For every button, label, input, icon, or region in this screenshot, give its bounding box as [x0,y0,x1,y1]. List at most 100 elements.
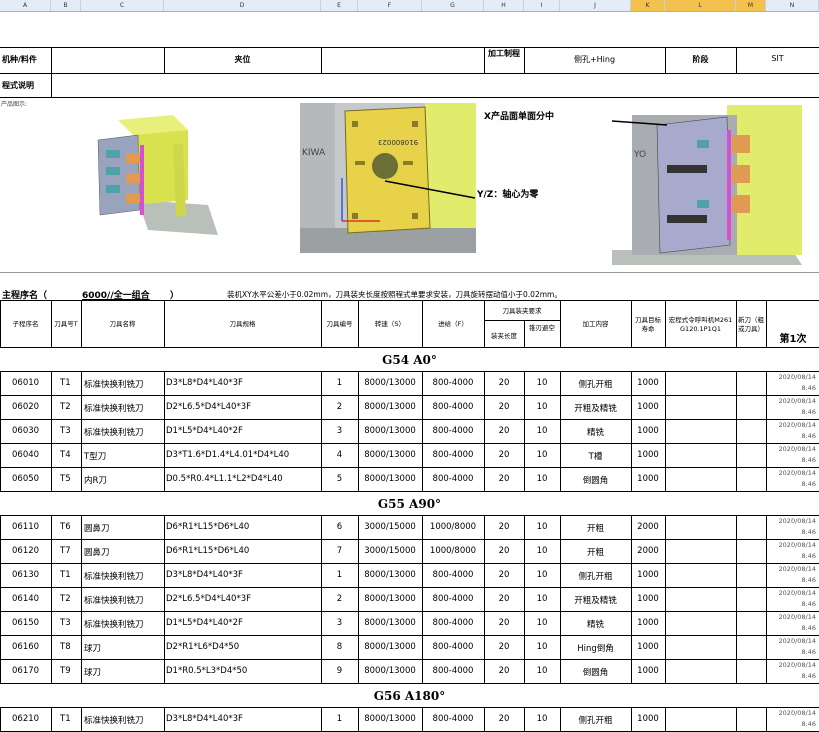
cell-life: 1000 [637,426,659,436]
header-tool-spec: 刀具规格 [229,320,256,328]
cell-date: 2020/08/14 [778,397,816,405]
cell-tool-number: 1 [336,714,343,724]
column-header-bar: A B C D E F G H I J K L M N [0,0,819,12]
cell-date: 2020/08/14 [778,565,816,573]
cell-speed: 3000/15000 [364,522,416,532]
cell-process: Hing倒角 [577,644,614,654]
cell-sub: 06050 [12,474,40,484]
header-tool-name: 刀具名称 [109,320,136,328]
cell-clamp: 20 [498,642,510,652]
cell-process: 开粗及精铣 [574,596,617,606]
cell-clamp: 20 [498,546,510,556]
cell-overhang: 10 [536,522,548,532]
cell-tool-no: T7 [60,546,71,556]
cell-time: 8.46 [801,672,816,680]
cell-tool-number: 7 [336,546,343,556]
cell-date: 2020/08/14 [778,541,816,549]
cell-tool-name: 标准快换利铣刀 [84,428,144,438]
cell-speed: 8000/13000 [364,642,416,652]
column-header-h[interactable]: H [484,0,524,11]
cell-tool-number: 3 [336,426,343,436]
column-header-j[interactable]: J [560,0,631,11]
cell-life: 1000 [637,378,659,388]
cell-life: 2000 [637,522,659,532]
cell-tool-no: T1 [60,378,71,388]
yz-annotation: Y/Z：轴心为零 [477,190,539,200]
cell-process: 倒圆角 [582,476,609,486]
cell-tool-spec: D1*L5*D4*L40*2F [166,618,243,628]
cell-tool-spec: D1*L5*D4*L40*2F [166,426,243,436]
cell-feed: 1000/8000 [429,546,477,556]
column-header-c[interactable]: C [81,0,164,11]
cell-process: 开粗 [586,548,604,558]
header-life: 刀具目标寿命 [635,315,661,333]
cell-feed: 800-4000 [432,474,474,484]
cell-clamp: 20 [498,402,510,412]
cell-tool-number: 3 [336,618,343,628]
cell-speed: 8000/13000 [364,402,416,412]
header-tool-no: 刀具号T [54,320,78,328]
cell-clamp: 20 [498,426,510,436]
cell-feed: 800-4000 [432,618,474,628]
column-header-n[interactable]: N [766,0,819,11]
cell-tool-no: T2 [60,402,71,412]
desc-label: 程式说明 [2,81,34,90]
cell-time: 8.46 [801,648,816,656]
cell-clamp: 20 [498,474,510,484]
header-clamp-group: 刀具装夹要求 [502,307,542,315]
cell-process: 侧孔开粗 [578,380,613,390]
cell-tool-number: 5 [336,474,343,484]
cell-sub: 06010 [12,378,40,388]
column-header-d[interactable]: D [164,0,321,11]
column-header-l[interactable]: L [665,0,736,11]
cell-tool-spec: D3*L8*D4*L40*3F [166,378,243,388]
cell-tool-name: 圆鼻刀 [84,524,110,534]
cell-sub: 06120 [12,546,40,556]
column-header-i[interactable]: I [524,0,560,11]
column-header-m[interactable]: M [736,0,766,11]
process-value[interactable]: 侧孔+Hing [524,54,665,65]
stage-value[interactable]: SIT [736,54,819,63]
column-header-e[interactable]: E [321,0,358,11]
part-label: 机种/料件 [2,55,37,64]
column-header-b[interactable]: B [51,0,81,11]
cell-process: 开粗及精铣 [574,404,617,414]
cell-life: 1000 [637,570,659,580]
column-header-a[interactable]: A [0,0,51,11]
column-header-f[interactable]: F [358,0,422,11]
cell-date: 2020/08/14 [778,661,816,669]
cell-feed: 800-4000 [432,594,474,604]
cell-tool-spec: D3*L8*D4*L40*3F [166,570,243,580]
header-process: 加工内容 [582,320,609,328]
section-title: G54 A0° [382,353,437,367]
header-clamp-length: 装夹长度 [491,332,517,340]
column-header-g[interactable]: G [422,0,484,11]
cell-tool-number: 2 [336,402,343,412]
cell-date: 2020/08/14 [778,517,816,525]
cell-date: 2020/08/14 [778,637,816,645]
cell-life: 1000 [637,714,659,724]
cell-feed: 800-4000 [432,714,474,724]
cell-clamp: 20 [498,714,510,724]
cell-tool-no: T2 [60,594,71,604]
column-header-k[interactable]: K [631,0,665,11]
cell-overhang: 10 [536,570,548,580]
position-label: 夹位 [234,55,251,64]
cell-date: 2020/08/14 [778,589,816,597]
cell-speed: 8000/13000 [364,618,416,628]
cell-sub: 06110 [12,522,40,532]
cell-time: 8.46 [801,432,816,440]
header-tool-number: 刀具编号 [326,320,353,328]
cell-sub: 06160 [12,642,40,652]
cell-feed: 1000/8000 [429,522,477,532]
cell-overhang: 10 [536,714,548,724]
side-text: KIWA [302,148,326,158]
cell-sub: 06040 [12,450,40,460]
cell-clamp: 20 [498,666,510,676]
cell-time: 8.46 [801,480,816,488]
cell-date: 2020/08/14 [778,613,816,621]
cell-time: 8.46 [801,552,816,560]
cell-speed: 8000/13000 [364,378,416,388]
cell-feed: 800-4000 [432,570,474,580]
cell-sub: 06210 [12,714,40,724]
